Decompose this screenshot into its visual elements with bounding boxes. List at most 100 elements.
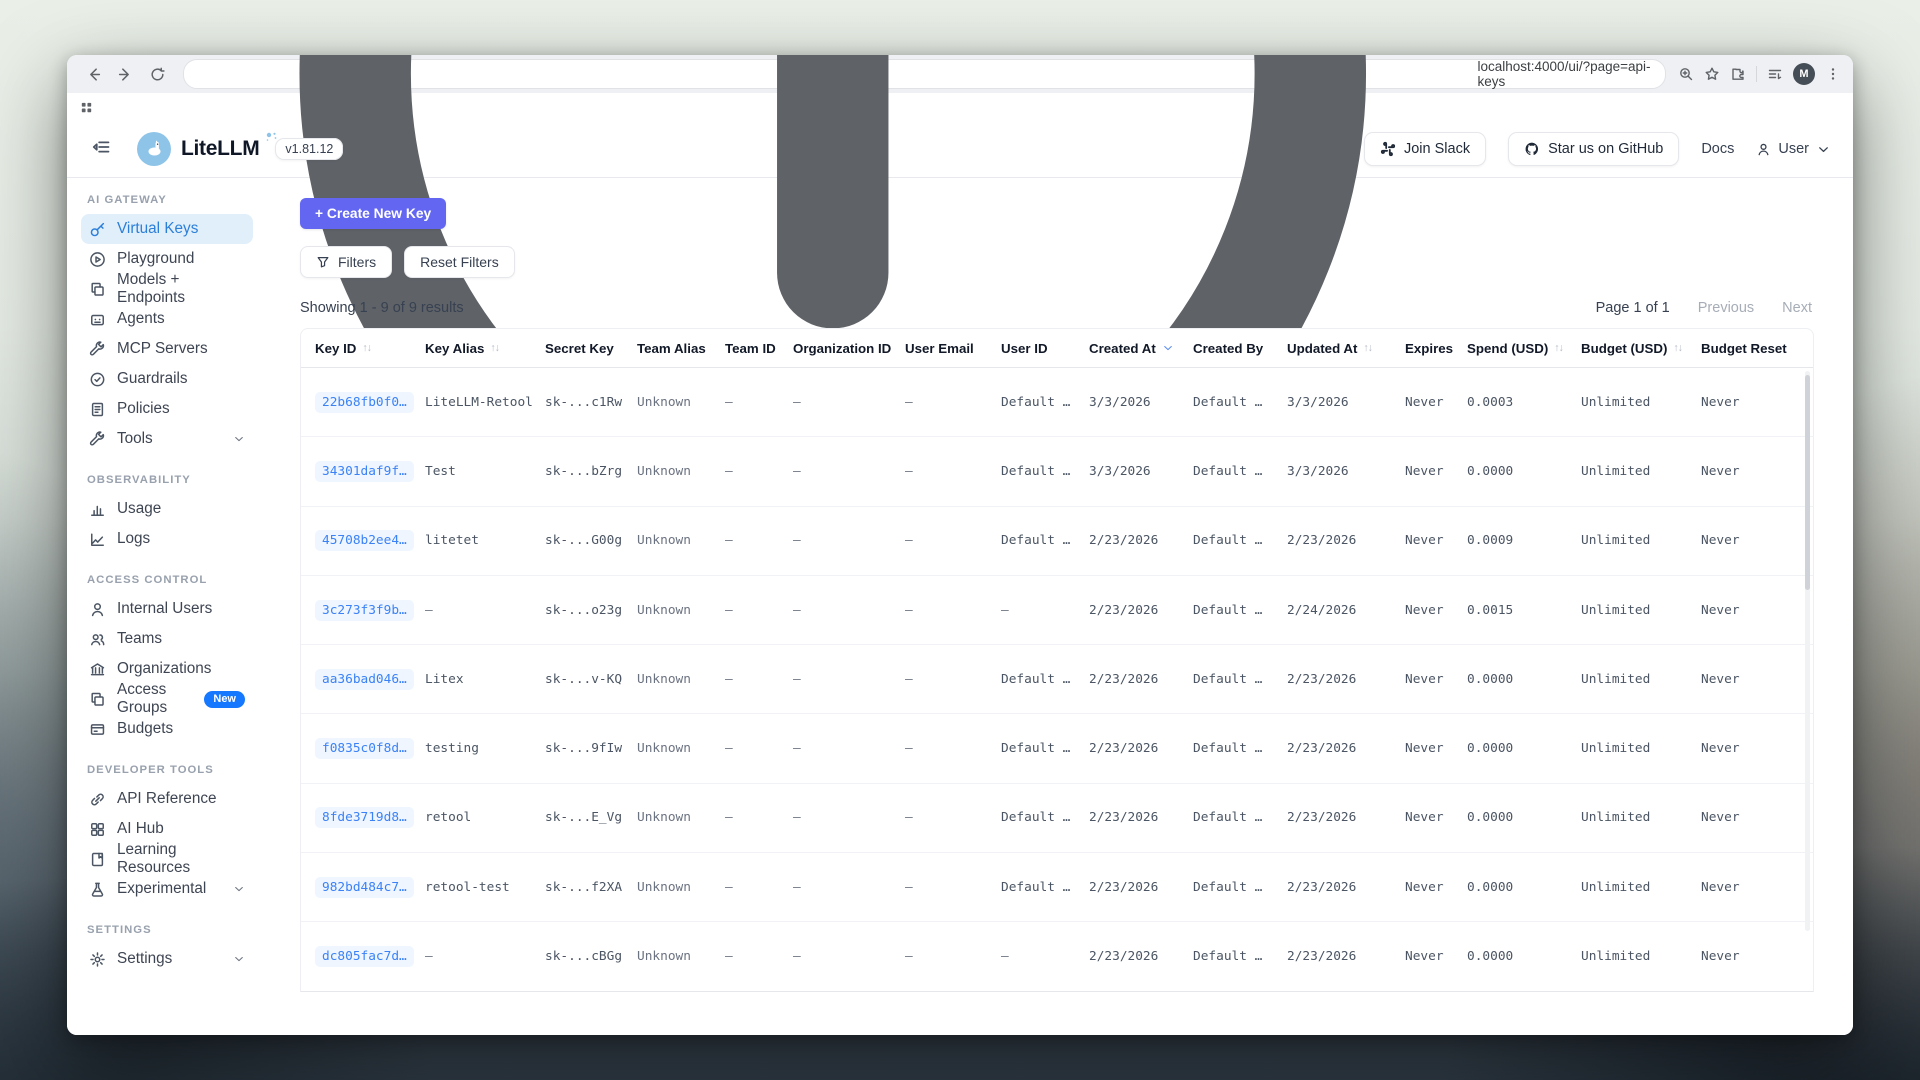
cell: Default … (1001, 880, 1089, 895)
column-label: Budget (USD) (1581, 341, 1667, 356)
column-header-created-at[interactable]: Created At (1089, 341, 1193, 356)
sidebar-item-tools[interactable]: Tools (81, 424, 253, 454)
column-header-budget-usd[interactable]: Budget (USD) ↑↓ (1581, 341, 1701, 356)
sidebar-item-budgets[interactable]: Budgets (81, 714, 253, 744)
key-id-link[interactable]: 3c273f3f9b… (315, 600, 414, 621)
cell: – (725, 672, 793, 687)
profile-avatar[interactable]: M (1793, 63, 1815, 85)
sort-desc-icon[interactable] (1162, 342, 1174, 354)
sort-icon[interactable]: ↑↓ (1673, 342, 1682, 354)
user-menu[interactable]: User (1756, 141, 1831, 157)
extensions-icon[interactable] (1730, 66, 1746, 82)
star-github-button[interactable]: Star us on GitHub (1508, 132, 1679, 166)
cell: 2/23/2026 (1089, 810, 1193, 825)
cell: Never (1701, 880, 1795, 895)
cell: Unknown (637, 672, 725, 687)
cell: 45708b2ee4… (315, 530, 425, 551)
sidebar-item-logs[interactable]: Logs (81, 524, 253, 554)
join-slack-button[interactable]: Join Slack (1364, 132, 1486, 166)
user-menu-label: User (1778, 141, 1809, 157)
column-header-spend-usd[interactable]: Spend (USD)↑↓ (1467, 341, 1581, 356)
key-id-link[interactable]: 22b68fb0f0… (315, 392, 414, 413)
sidebar-item-agents[interactable]: Agents (81, 304, 253, 334)
cell: Unknown (637, 603, 725, 618)
sidebar-item-guardrails[interactable]: Guardrails (81, 364, 253, 394)
sidebar-item-virtual-keys[interactable]: Virtual Keys (81, 214, 253, 244)
create-new-key-button[interactable]: + Create New Key (300, 198, 446, 229)
sidebar-item-api-reference[interactable]: API Reference (81, 784, 253, 814)
forward-button[interactable] (111, 60, 139, 88)
key-id-link[interactable]: 8fde3719d8… (315, 807, 414, 828)
cell: 3/3/2026 (1287, 464, 1405, 479)
reload-button[interactable] (143, 60, 171, 88)
zoom-icon[interactable] (1678, 66, 1694, 82)
cell: Never (1405, 603, 1467, 618)
sidebar-item-internal-users[interactable]: Internal Users (81, 594, 253, 624)
sidebar-item-learning-resources[interactable]: Learning Resources (81, 844, 253, 874)
desktop-background: localhost:4000/ui/?page=api-keys M (0, 0, 1920, 1080)
sidebar-item-experimental[interactable]: Experimental (81, 874, 253, 904)
cell: 0.0009 (1467, 533, 1581, 548)
key-id-link[interactable]: 45708b2ee4… (315, 530, 414, 551)
menu-kebab-icon[interactable] (1825, 66, 1841, 82)
cell: 0.0000 (1467, 464, 1581, 479)
sidebar-item-playground[interactable]: Playground (81, 244, 253, 274)
cell: litetet (425, 533, 545, 548)
apps-grid-icon[interactable] (79, 100, 94, 115)
sidebar-item-organizations[interactable]: Organizations (81, 654, 253, 684)
sidebar-section-label: AI GATEWAY (87, 194, 249, 206)
bookmark-star-icon[interactable] (1704, 66, 1720, 82)
cell: sk-...v-KQ (545, 672, 637, 687)
cell: sk-...f2XA (545, 880, 637, 895)
sidebar: AI GATEWAY Virtual KeysPlaygroundModels +… (67, 178, 263, 1035)
cell: Never (1701, 464, 1795, 479)
previous-page-button[interactable]: Previous (1698, 300, 1754, 316)
table-row: dc805fac7d…–sk-...cBGgUnknown––––2/23/20… (301, 922, 1813, 990)
sort-icon[interactable]: ↑↓ (1554, 342, 1563, 354)
cell: Default … (1001, 810, 1089, 825)
table-scrollbar[interactable] (1805, 375, 1810, 590)
reset-filters-button[interactable]: Reset Filters (404, 246, 515, 278)
cell: 2/23/2026 (1089, 533, 1193, 548)
tab-search-icon[interactable] (1767, 66, 1783, 82)
cell: testing (425, 741, 545, 756)
column-label: Key ID (315, 341, 356, 356)
cell: – (905, 949, 1001, 964)
cell: 0.0000 (1467, 949, 1581, 964)
key-id-link[interactable]: f0835c0f8d… (315, 738, 414, 759)
chevron-down-icon (233, 953, 245, 965)
next-page-button[interactable]: Next (1782, 300, 1812, 316)
cell: 2/23/2026 (1089, 603, 1193, 618)
slack-icon (1380, 141, 1396, 157)
sidebar-item-models-endpoints[interactable]: Models + Endpoints (81, 274, 253, 304)
docs-link[interactable]: Docs (1701, 141, 1734, 157)
key-id-link[interactable]: aa36bad046… (315, 669, 414, 690)
key-id-link[interactable]: dc805fac7d… (315, 946, 414, 967)
chevron-down-icon (233, 433, 245, 445)
column-label: Secret Key (545, 341, 614, 356)
sidebar-item-policies[interactable]: Policies (81, 394, 253, 424)
cell: 0.0000 (1467, 810, 1581, 825)
sidebar-item-mcp-servers[interactable]: MCP Servers (81, 334, 253, 364)
sidebar-section-label: OBSERVABILITY (87, 474, 249, 486)
cell: Never (1405, 395, 1467, 410)
sidebar-item-settings[interactable]: Settings (81, 944, 253, 974)
sort-icon[interactable]: ↑↓ (1363, 342, 1372, 354)
sidebar-collapse-icon[interactable] (91, 137, 111, 162)
sidebar-item-usage[interactable]: Usage (81, 494, 253, 524)
back-button[interactable] (79, 60, 107, 88)
column-header-updated-at[interactable]: Updated At↑↓ (1287, 341, 1405, 356)
sidebar-item-ai-hub[interactable]: AI Hub (81, 814, 253, 844)
cell: 0.0000 (1467, 672, 1581, 687)
sort-icon[interactable]: ↑↓ (490, 342, 499, 354)
sidebar-item-teams[interactable]: Teams (81, 624, 253, 654)
filters-button[interactable]: Filters (300, 246, 392, 278)
column-header-key-alias[interactable]: Key Alias↑↓ (425, 341, 545, 356)
reset-filters-label: Reset Filters (420, 254, 499, 270)
key-id-link[interactable]: 34301daf9f… (315, 461, 414, 482)
key-id-link[interactable]: 982bd484c7… (315, 877, 414, 898)
url-bar[interactable]: localhost:4000/ui/?page=api-keys (183, 59, 1666, 89)
sidebar-item-access-groups[interactable]: Access GroupsNew (81, 684, 253, 714)
sort-icon[interactable]: ↑↓ (362, 342, 371, 354)
column-header-key-id[interactable]: Key ID ↑↓ (315, 341, 425, 356)
